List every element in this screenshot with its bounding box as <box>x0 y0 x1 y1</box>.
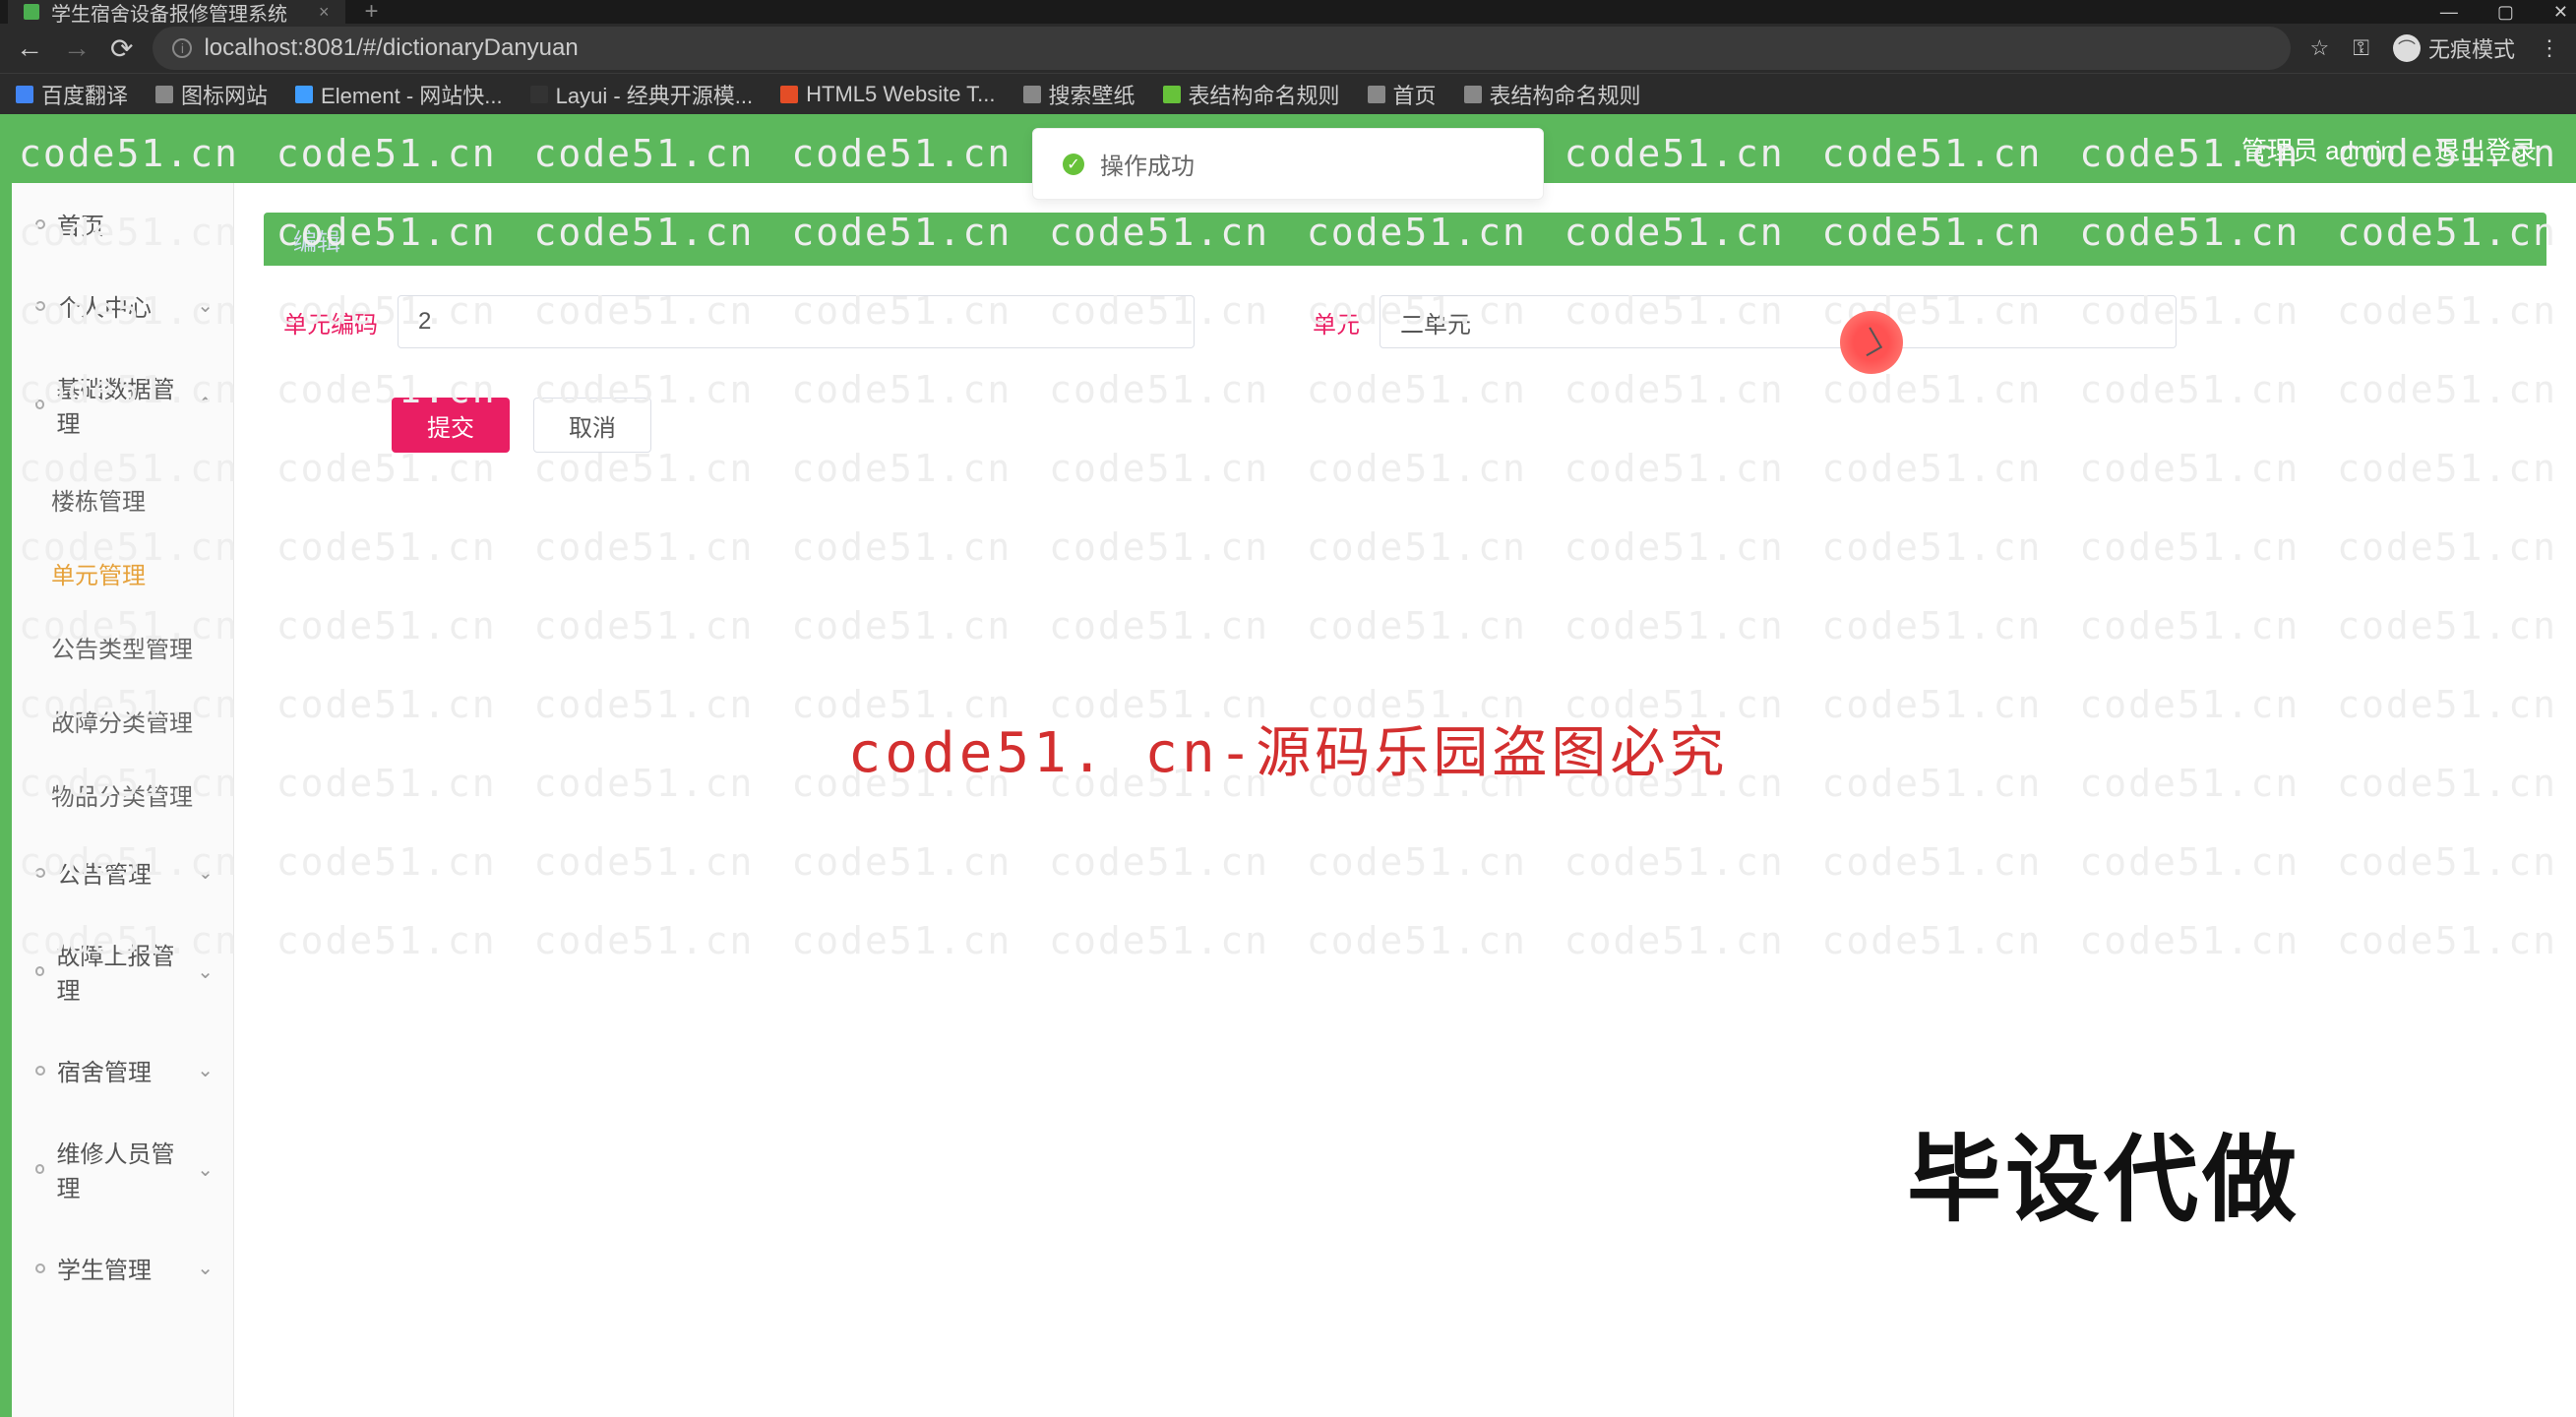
button-row: 提交 取消 <box>264 378 2546 472</box>
field-unit-name: 单元 <box>1313 295 2177 348</box>
browser-titlebar: 学生宿舍设备报修管理系统 × + — ▢ ✕ <box>0 0 2576 24</box>
sidebar-dorm[interactable]: 宿舍管理⌄ <box>0 1029 233 1111</box>
toast-message: 操作成功 <box>1100 147 1195 181</box>
tab-favicon <box>24 4 39 20</box>
bookmark-item[interactable]: Element - 网站快... <box>295 79 503 110</box>
bookmark-icon <box>16 86 33 103</box>
form-row: 单元编码 单元 <box>264 266 2546 378</box>
bookmark-item[interactable]: Layui - 经典开源模... <box>530 79 753 110</box>
dot-icon <box>35 868 45 878</box>
chevron-down-icon: ⌄ <box>197 1058 214 1082</box>
bookmark-item[interactable]: HTML5 Website T... <box>780 82 995 107</box>
panel-header: 编辑 <box>264 213 2546 266</box>
sidebar-notice[interactable]: 公告管理⌄ <box>0 832 233 913</box>
submit-button[interactable]: 提交 <box>392 398 510 453</box>
dot-icon <box>35 1263 45 1273</box>
close-tab-icon[interactable]: × <box>319 2 330 23</box>
sidebar-sub-building[interactable]: 楼栋管理 <box>0 462 233 536</box>
cursor-indicator <box>1840 311 1903 374</box>
sidebar-sub-unit[interactable]: 单元管理 <box>0 536 233 610</box>
forward-button[interactable]: → <box>63 32 91 64</box>
success-toast: ✓ 操作成功 <box>1032 128 1544 200</box>
chevron-down-icon: ⌄ <box>197 293 214 318</box>
sidebar: 首页 个人中心⌄ 基础数据管理⌃ 楼栋管理 单元管理 公告类型管理 故障分类管理… <box>0 183 234 1417</box>
key-icon[interactable]: ⚿ <box>2353 35 2369 61</box>
check-icon: ✓ <box>1063 154 1084 175</box>
back-button[interactable]: ← <box>16 32 43 64</box>
maximize-icon[interactable]: ▢ <box>2497 2 2514 23</box>
reload-button[interactable]: ⟳ <box>110 32 133 65</box>
sidebar-personal[interactable]: 个人中心⌄ <box>0 265 233 346</box>
sidebar-fault-report[interactable]: 故障上报管理⌄ <box>0 913 233 1029</box>
address-bar: ← → ⟳ i localhost:8081/#/dictionaryDanyu… <box>0 24 2576 73</box>
window-controls: — ▢ ✕ <box>2440 2 2568 23</box>
browser-tab[interactable]: 学生宿舍设备报修管理系统 × <box>8 0 345 29</box>
cancel-button[interactable]: 取消 <box>533 398 651 453</box>
dot-icon <box>35 301 45 311</box>
sidebar-sub-notice-type[interactable]: 公告类型管理 <box>0 610 233 684</box>
bookmark-icon <box>780 86 798 103</box>
sidebar-repair-staff[interactable]: 维修人员管理⌄ <box>0 1111 233 1227</box>
dot-icon <box>35 219 45 229</box>
sidebar-sub-fault-type[interactable]: 故障分类管理 <box>0 684 233 758</box>
input-unit-name[interactable] <box>1380 295 2177 348</box>
watermark-corner-text: 毕设代做 <box>1907 1103 2300 1240</box>
bookmark-icon <box>1023 86 1041 103</box>
bookmark-item[interactable]: 百度翻译 <box>16 79 128 110</box>
chevron-down-icon: ⌄ <box>197 959 214 984</box>
bookmark-item[interactable]: 搜索壁纸 <box>1023 79 1135 110</box>
bookmark-item[interactable]: 表结构命名规则 <box>1464 79 1641 110</box>
breadcrumb: 编辑 <box>293 222 340 257</box>
star-icon[interactable]: ☆ <box>2310 35 2330 61</box>
dot-icon <box>35 1164 44 1174</box>
close-window-icon[interactable]: ✕ <box>2553 2 2568 23</box>
url-text: localhost:8081/#/dictionaryDanyuan <box>204 34 578 62</box>
label-unit-code: 单元编码 <box>283 305 378 339</box>
dot-icon <box>35 966 44 976</box>
site-info-icon[interactable]: i <box>172 38 192 58</box>
bookmark-icon <box>1163 86 1181 103</box>
bookmark-item[interactable]: 表结构命名规则 <box>1163 79 1340 110</box>
sidebar-sub-item-type[interactable]: 物品分类管理 <box>0 758 233 832</box>
tab-title: 学生宿舍设备报修管理系统 <box>51 0 287 27</box>
chevron-down-icon: ⌄ <box>197 1157 214 1182</box>
bookmark-icon <box>1368 86 1385 103</box>
dot-icon <box>35 1066 45 1076</box>
sidebar-home[interactable]: 首页 <box>0 183 233 265</box>
field-unit-code: 单元编码 <box>283 295 1195 348</box>
profile-badge[interactable]: ⌒ 无痕模式 <box>2393 32 2515 64</box>
profile-mode-text: 无痕模式 <box>2428 32 2515 64</box>
url-input[interactable]: i localhost:8081/#/dictionaryDanyuan <box>153 27 2290 70</box>
logout-link[interactable]: 退出登录 <box>2434 131 2537 167</box>
bookmark-icon <box>530 86 548 103</box>
incognito-icon: ⌒ <box>2393 34 2421 62</box>
watermark-center-text: code51. cn-源码乐园盗图必究 <box>848 708 1729 788</box>
bookmark-icon <box>1464 86 1482 103</box>
bookmark-item[interactable]: 首页 <box>1368 79 1437 110</box>
bookmark-item[interactable]: 图标网站 <box>155 79 268 110</box>
sidebar-student[interactable]: 学生管理⌄ <box>0 1227 233 1309</box>
new-tab-button[interactable]: + <box>365 0 379 26</box>
chevron-down-icon: ⌄ <box>197 860 214 885</box>
menu-icon[interactable]: ⋮ <box>2539 35 2560 61</box>
chevron-up-icon: ⌃ <box>197 393 214 417</box>
input-unit-code[interactable] <box>398 295 1195 348</box>
header-user[interactable]: 管理员 admin <box>2241 131 2395 167</box>
label-unit-name: 单元 <box>1313 305 1360 339</box>
dot-icon <box>35 400 44 409</box>
sidebar-base-data[interactable]: 基础数据管理⌃ <box>0 346 233 462</box>
bookmark-icon <box>295 86 313 103</box>
chevron-down-icon: ⌄ <box>197 1256 214 1280</box>
minimize-icon[interactable]: — <box>2440 2 2458 23</box>
bookmark-icon <box>155 86 173 103</box>
bookmarks-bar: 百度翻译 图标网站 Element - 网站快... Layui - 经典开源模… <box>0 73 2576 114</box>
